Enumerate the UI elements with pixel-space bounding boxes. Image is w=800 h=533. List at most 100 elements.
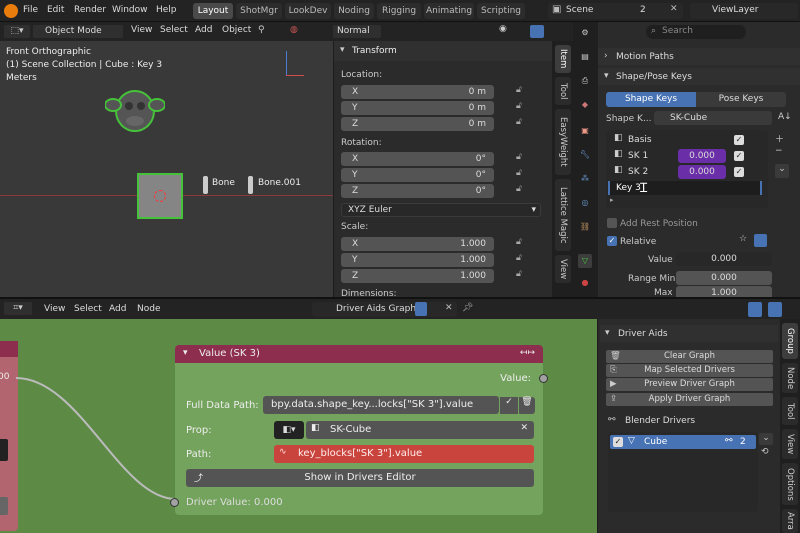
tab-lookdev[interactable]: LookDev — [285, 3, 331, 19]
map-selected-drivers-button[interactable]: ⎘ Map Selected Drivers — [606, 364, 773, 377]
axis-gizmo[interactable] — [286, 51, 316, 77]
tab-item[interactable]: Item — [555, 45, 571, 73]
lock-icon[interactable]: 🔓︎ — [516, 184, 522, 194]
prop-field[interactable]: ◧ SK-Cube ✕ — [306, 421, 534, 439]
remove-icon[interactable]: − — [775, 146, 783, 156]
lock-icon[interactable]: 🔓︎ — [516, 253, 522, 263]
checkbox[interactable]: ✓ — [613, 437, 623, 447]
lock-icon[interactable]: 🔓︎ — [516, 117, 522, 127]
list-item-sk2[interactable]: ◧ SK 2 0.000 ✓ — [608, 165, 766, 179]
check-icon[interactable]: ✓ — [500, 397, 518, 414]
value-field[interactable]: 0.000 — [676, 252, 772, 266]
max-field[interactable]: 1.000 — [676, 286, 772, 297]
mesh-data-icon[interactable]: ▽ — [578, 254, 592, 268]
location-x-field[interactable]: X 0 m — [341, 85, 494, 99]
lock-icon[interactable]: 🔓︎ — [516, 237, 522, 247]
value-node[interactable]: ▾ Value (SK 3) ↤↦ Value: Full Data Path:… — [170, 344, 548, 516]
shape-pose-keys-header[interactable]: ▾ Shape/Pose Keys — [598, 68, 800, 85]
bone-001-mark[interactable] — [248, 176, 253, 194]
menu-render[interactable]: Render — [74, 5, 106, 15]
tab-view[interactable]: View — [782, 429, 798, 459]
tab-scripting[interactable]: Scripting — [477, 3, 525, 19]
rotation-z-field[interactable]: Z 0° — [341, 184, 494, 198]
collapse-sockets-icon[interactable]: ↤↦ — [520, 348, 535, 358]
node-editor-canvas[interactable]: 00 ▾ Value (SK 3) ↤↦ Value: Full Data Pa… — [0, 319, 597, 533]
add-rest-position-checkbox[interactable] — [607, 218, 617, 228]
expand-icon[interactable]: ▸ — [610, 196, 614, 204]
dropdown-menu-icon[interactable]: ⌄ — [775, 164, 789, 178]
menu-node[interactable]: Node — [137, 304, 161, 314]
toggle-sidebar-button[interactable] — [748, 302, 762, 317]
pin-icon[interactable]: 📌︎ — [462, 303, 473, 313]
sk2-value[interactable]: 0.000 — [678, 165, 726, 179]
scene-selector[interactable]: ▣ Scene 2 ✕ — [548, 3, 683, 19]
tab-shape-keys[interactable]: Shape Keys — [606, 92, 696, 107]
scale-z-field[interactable]: Z 1.000 — [341, 269, 494, 283]
driver-aids-header[interactable]: ▾ Driver Aids — [600, 325, 778, 342]
range-min-field[interactable]: 0.000 — [676, 271, 772, 285]
menu-edit[interactable]: Edit — [47, 5, 64, 15]
tab-rigging[interactable]: Rigging — [377, 3, 421, 19]
editor-type-icon[interactable]: ⌗▾ — [4, 302, 32, 315]
toggle-overlays-button[interactable] — [768, 302, 782, 317]
relative-checkbox[interactable]: ✓ — [607, 236, 617, 246]
physics-icon[interactable]: ◎ — [578, 196, 592, 210]
mode-dropdown[interactable]: Object Mode — [33, 25, 123, 38]
apply-driver-graph-button[interactable]: ⇪ Apply Driver Graph — [606, 393, 773, 406]
prop-type-dropdown[interactable]: ◧▾ — [274, 421, 304, 439]
clear-graph-button[interactable]: 🗑︎ Clear Graph — [606, 350, 773, 363]
xray-toggle[interactable] — [530, 25, 544, 38]
input-socket[interactable] — [170, 498, 179, 507]
tab-node[interactable]: Node — [782, 363, 798, 393]
fake-user-shield-icon[interactable] — [415, 302, 427, 316]
menu-file[interactable]: File — [23, 5, 38, 15]
chevron-down-icon[interactable]: ▾ — [183, 348, 188, 358]
rotation-x-field[interactable]: X 0° — [341, 152, 494, 166]
preview-driver-graph-button[interactable]: ▶ Preview Driver Graph — [606, 378, 773, 391]
tab-pose-keys[interactable]: Pose Keys — [696, 92, 786, 107]
full-path-field[interactable]: bpy.data.shape_key...locks["SK 3"].value — [263, 396, 499, 414]
material-icon[interactable]: ● — [578, 276, 592, 290]
bone-mark[interactable] — [203, 176, 208, 194]
tab-options[interactable]: Options — [782, 463, 798, 505]
menu-add[interactable]: Add — [195, 25, 212, 35]
pivot-icon[interactable]: ⚲ — [258, 25, 265, 35]
view-layer-selector[interactable]: ViewLayer — [690, 3, 798, 19]
tab-group[interactable]: Group — [782, 323, 798, 359]
add-icon[interactable]: ＋ — [775, 132, 784, 145]
lock-icon[interactable]: 🔓︎ — [516, 269, 522, 279]
menu-view[interactable]: View — [131, 25, 152, 35]
trash-icon[interactable]: 🗑︎ — [519, 397, 535, 414]
tab-animating[interactable]: Animating — [424, 3, 474, 19]
checkbox[interactable]: ✓ — [734, 151, 744, 161]
refresh-icon[interactable]: ⟲ — [761, 447, 769, 457]
tab-arrange[interactable]: Arra — [782, 509, 798, 533]
node-tree-selector[interactable]: Driver Aids Graph ✕ — [312, 302, 457, 317]
transform-header[interactable]: ▾ Transform — [334, 41, 552, 61]
props-search[interactable]: ⌕ Search — [646, 25, 746, 39]
sk1-value[interactable]: 0.000 — [678, 149, 726, 163]
edit-mode-toggle[interactable] — [754, 234, 767, 247]
close-icon[interactable]: ✕ — [670, 4, 678, 14]
constraints-icon[interactable]: ⛓ — [578, 220, 592, 234]
snap-icon[interactable]: ◍ — [290, 25, 298, 35]
checkbox[interactable]: ✓ — [734, 135, 744, 145]
lock-icon[interactable]: 🔓︎ — [516, 152, 522, 162]
tab-tool[interactable]: Tool — [555, 77, 571, 105]
show-in-drivers-editor-button[interactable]: ⤴ Show in Drivers Editor — [186, 469, 534, 487]
scale-x-field[interactable]: X 1.000 — [341, 237, 494, 251]
location-y-field[interactable]: Y 0 m — [341, 101, 494, 115]
editor-type-icon[interactable]: ⬚▾ — [4, 25, 30, 38]
blender-logo-icon[interactable] — [4, 4, 18, 18]
scene-icon[interactable]: ◆ — [578, 98, 592, 112]
render-icon[interactable]: ▤ — [578, 50, 592, 64]
modifier-icon[interactable]: 🔧︎ — [578, 148, 592, 162]
node-header[interactable]: ▾ Value (SK 3) ↤↦ — [175, 345, 543, 363]
output-socket[interactable] — [539, 374, 548, 383]
tab-tool[interactable]: Tool — [782, 397, 798, 425]
tab-view[interactable]: View — [555, 255, 571, 283]
location-z-field[interactable]: Z 0 m — [341, 117, 494, 131]
rotation-mode-dropdown[interactable]: XYZ Euler ▾ — [341, 203, 541, 217]
cube-mesh[interactable] — [137, 173, 183, 219]
monkey-mesh[interactable] — [105, 81, 165, 141]
